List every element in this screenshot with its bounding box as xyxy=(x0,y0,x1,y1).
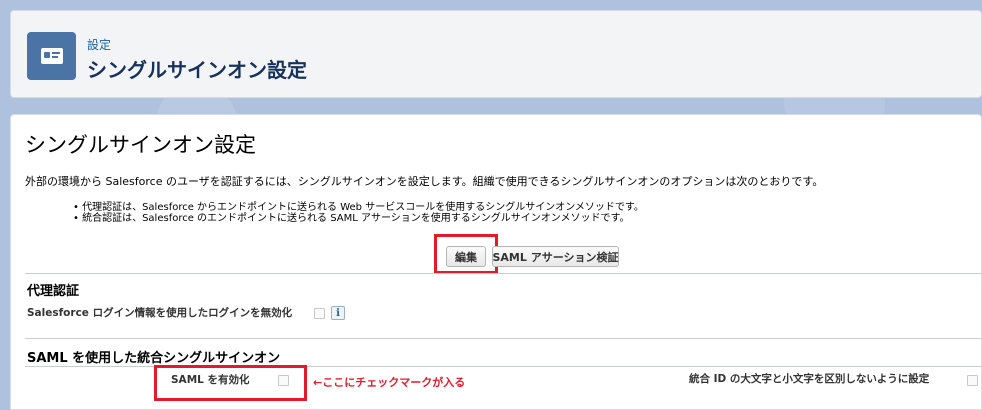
highlight-edit-button xyxy=(434,234,498,274)
saml-validate-button[interactable]: SAML アサーション検証 xyxy=(492,246,619,267)
section-main-title: シングルサインオン設定 xyxy=(25,133,256,157)
annotation-arrow-text: ←ここにチェックマークが入る xyxy=(313,376,466,389)
saml-section-title: SAML を使用した統合シングルサインオン xyxy=(27,351,281,366)
case-insensitive-checkbox[interactable] xyxy=(967,375,978,386)
delegated-section-title: 代理認証 xyxy=(27,284,80,299)
sso-description: 外部の環境から Salesforce のユーザを認証するには、シングルサインオン… xyxy=(25,175,824,188)
page-header: 設定 シングルサインオン設定 xyxy=(10,10,982,98)
disable-login-checkbox[interactable] xyxy=(314,308,325,319)
sso-bullet-list: • 代理認証は、Salesforce からエンドポイントに送られる Web サー… xyxy=(73,202,644,224)
info-icon[interactable]: i xyxy=(331,306,345,320)
bullet-delegated: • 代理認証は、Salesforce からエンドポイントに送られる Web サー… xyxy=(73,202,644,213)
case-insensitive-label: 統合 ID の大文字と小文字を区別しないように設定 xyxy=(689,373,930,385)
divider xyxy=(25,338,982,339)
page-title: シングルサインオン設定 xyxy=(87,58,307,82)
id-card-icon xyxy=(27,32,76,80)
bullet-federated: • 統合認証は、Salesforce のエンドポイントに送られる SAML アサ… xyxy=(73,213,630,224)
breadcrumb-setup[interactable]: 設定 xyxy=(87,36,111,53)
sso-settings-panel: シングルサインオン設定 外部の環境から Salesforce のユーザを認証する… xyxy=(10,114,982,410)
delegated-disable-label: Salesforce ログイン情報を使用したログインを無効化 xyxy=(27,307,293,319)
divider xyxy=(25,273,982,274)
highlight-saml-enable xyxy=(154,365,307,401)
